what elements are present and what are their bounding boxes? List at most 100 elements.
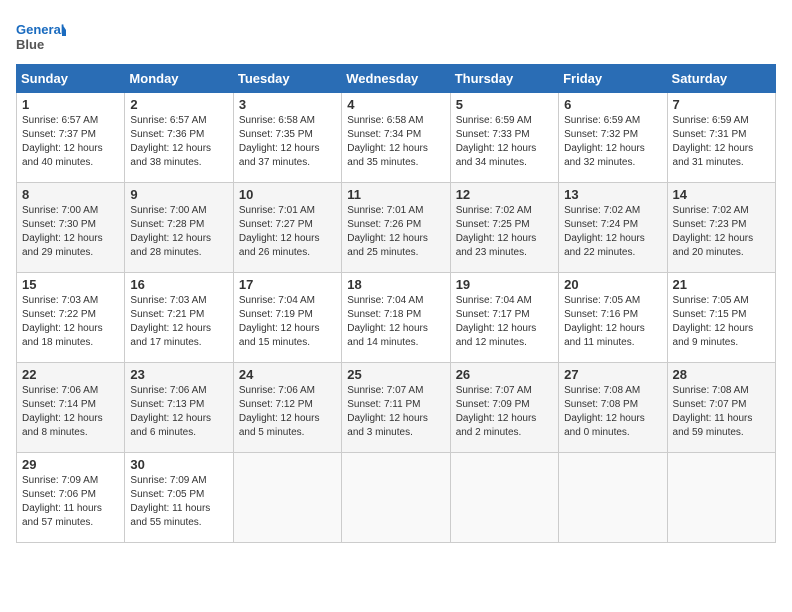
sunrise-label: Sunrise: 7:01 AM: [347, 205, 423, 216]
day-number: 25: [347, 367, 444, 382]
sunrise-label: Sunrise: 7:05 AM: [673, 295, 749, 306]
sunset-label: Sunset: 7:21 PM: [130, 309, 204, 320]
weekday-header-cell: Monday: [125, 65, 233, 93]
sunset-label: Sunset: 7:06 PM: [22, 489, 96, 500]
day-info: Sunrise: 7:04 AM Sunset: 7:18 PM Dayligh…: [347, 294, 444, 350]
weekday-header-cell: Wednesday: [342, 65, 450, 93]
day-number: 20: [564, 277, 661, 292]
sunset-label: Sunset: 7:30 PM: [22, 219, 96, 230]
day-number: 2: [130, 97, 227, 112]
day-number: 1: [22, 97, 119, 112]
daylight-label: Daylight: 12 hours and 18 minutes.: [22, 323, 103, 348]
daylight-label: Daylight: 12 hours and 15 minutes.: [239, 323, 320, 348]
day-info: Sunrise: 7:04 AM Sunset: 7:17 PM Dayligh…: [456, 294, 553, 350]
sunset-label: Sunset: 7:15 PM: [673, 309, 747, 320]
page-header: General Blue: [16, 16, 776, 56]
calendar-day-cell: 18 Sunrise: 7:04 AM Sunset: 7:18 PM Dayl…: [342, 273, 450, 363]
sunset-label: Sunset: 7:19 PM: [239, 309, 313, 320]
day-number: 29: [22, 457, 119, 472]
sunset-label: Sunset: 7:28 PM: [130, 219, 204, 230]
weekday-header-cell: Tuesday: [233, 65, 341, 93]
calendar-week-row: 29 Sunrise: 7:09 AM Sunset: 7:06 PM Dayl…: [17, 453, 776, 543]
day-info: Sunrise: 7:08 AM Sunset: 7:07 PM Dayligh…: [673, 384, 770, 440]
calendar-day-cell: 2 Sunrise: 6:57 AM Sunset: 7:36 PM Dayli…: [125, 93, 233, 183]
sunrise-label: Sunrise: 7:04 AM: [456, 295, 532, 306]
sunset-label: Sunset: 7:14 PM: [22, 399, 96, 410]
calendar-week-row: 1 Sunrise: 6:57 AM Sunset: 7:37 PM Dayli…: [17, 93, 776, 183]
sunset-label: Sunset: 7:36 PM: [130, 129, 204, 140]
sunset-label: Sunset: 7:37 PM: [22, 129, 96, 140]
sunrise-label: Sunrise: 7:02 AM: [456, 205, 532, 216]
daylight-label: Daylight: 12 hours and 20 minutes.: [673, 233, 754, 258]
day-number: 15: [22, 277, 119, 292]
day-number: 23: [130, 367, 227, 382]
sunset-label: Sunset: 7:16 PM: [564, 309, 638, 320]
sunrise-label: Sunrise: 6:57 AM: [130, 115, 206, 126]
sunrise-label: Sunrise: 6:57 AM: [22, 115, 98, 126]
day-info: Sunrise: 7:04 AM Sunset: 7:19 PM Dayligh…: [239, 294, 336, 350]
day-info: Sunrise: 7:05 AM Sunset: 7:15 PM Dayligh…: [673, 294, 770, 350]
calendar-day-cell: 23 Sunrise: 7:06 AM Sunset: 7:13 PM Dayl…: [125, 363, 233, 453]
weekday-header-cell: Saturday: [667, 65, 775, 93]
sunset-label: Sunset: 7:08 PM: [564, 399, 638, 410]
daylight-label: Daylight: 12 hours and 23 minutes.: [456, 233, 537, 258]
daylight-label: Daylight: 12 hours and 25 minutes.: [347, 233, 428, 258]
day-info: Sunrise: 7:03 AM Sunset: 7:22 PM Dayligh…: [22, 294, 119, 350]
sunset-label: Sunset: 7:17 PM: [456, 309, 530, 320]
day-info: Sunrise: 7:01 AM Sunset: 7:27 PM Dayligh…: [239, 204, 336, 260]
sunset-label: Sunset: 7:32 PM: [564, 129, 638, 140]
day-info: Sunrise: 6:58 AM Sunset: 7:34 PM Dayligh…: [347, 114, 444, 170]
logo: General Blue: [16, 16, 66, 56]
daylight-label: Daylight: 12 hours and 31 minutes.: [673, 143, 754, 168]
daylight-label: Daylight: 12 hours and 28 minutes.: [130, 233, 211, 258]
day-number: 9: [130, 187, 227, 202]
day-info: Sunrise: 7:08 AM Sunset: 7:08 PM Dayligh…: [564, 384, 661, 440]
sunrise-label: Sunrise: 6:59 AM: [673, 115, 749, 126]
calendar-body: 1 Sunrise: 6:57 AM Sunset: 7:37 PM Dayli…: [17, 93, 776, 543]
sunset-label: Sunset: 7:22 PM: [22, 309, 96, 320]
day-info: Sunrise: 6:58 AM Sunset: 7:35 PM Dayligh…: [239, 114, 336, 170]
sunrise-label: Sunrise: 7:06 AM: [130, 385, 206, 396]
daylight-label: Daylight: 12 hours and 0 minutes.: [564, 413, 645, 438]
day-number: 21: [673, 277, 770, 292]
sunrise-label: Sunrise: 7:00 AM: [22, 205, 98, 216]
day-info: Sunrise: 7:06 AM Sunset: 7:12 PM Dayligh…: [239, 384, 336, 440]
sunrise-label: Sunrise: 7:09 AM: [130, 475, 206, 486]
weekday-header-cell: Thursday: [450, 65, 558, 93]
daylight-label: Daylight: 12 hours and 26 minutes.: [239, 233, 320, 258]
sunset-label: Sunset: 7:11 PM: [347, 399, 420, 410]
day-number: 12: [456, 187, 553, 202]
sunset-label: Sunset: 7:13 PM: [130, 399, 204, 410]
sunset-label: Sunset: 7:12 PM: [239, 399, 313, 410]
day-info: Sunrise: 6:59 AM Sunset: 7:31 PM Dayligh…: [673, 114, 770, 170]
sunrise-label: Sunrise: 7:05 AM: [564, 295, 640, 306]
day-info: Sunrise: 6:57 AM Sunset: 7:37 PM Dayligh…: [22, 114, 119, 170]
day-info: Sunrise: 7:00 AM Sunset: 7:28 PM Dayligh…: [130, 204, 227, 260]
day-number: 3: [239, 97, 336, 112]
calendar-table: SundayMondayTuesdayWednesdayThursdayFrid…: [16, 64, 776, 543]
day-number: 13: [564, 187, 661, 202]
daylight-label: Daylight: 12 hours and 14 minutes.: [347, 323, 428, 348]
day-number: 19: [456, 277, 553, 292]
calendar-day-cell: 29 Sunrise: 7:09 AM Sunset: 7:06 PM Dayl…: [17, 453, 125, 543]
calendar-day-cell: 3 Sunrise: 6:58 AM Sunset: 7:35 PM Dayli…: [233, 93, 341, 183]
daylight-label: Daylight: 12 hours and 37 minutes.: [239, 143, 320, 168]
daylight-label: Daylight: 11 hours and 57 minutes.: [22, 503, 102, 528]
day-info: Sunrise: 7:07 AM Sunset: 7:09 PM Dayligh…: [456, 384, 553, 440]
day-info: Sunrise: 7:02 AM Sunset: 7:23 PM Dayligh…: [673, 204, 770, 260]
calendar-day-cell: 6 Sunrise: 6:59 AM Sunset: 7:32 PM Dayli…: [559, 93, 667, 183]
day-number: 28: [673, 367, 770, 382]
day-info: Sunrise: 7:09 AM Sunset: 7:05 PM Dayligh…: [130, 474, 227, 530]
sunrise-label: Sunrise: 7:03 AM: [130, 295, 206, 306]
sunrise-label: Sunrise: 7:09 AM: [22, 475, 98, 486]
sunrise-label: Sunrise: 6:58 AM: [239, 115, 315, 126]
daylight-label: Daylight: 12 hours and 12 minutes.: [456, 323, 537, 348]
sunrise-label: Sunrise: 6:59 AM: [564, 115, 640, 126]
day-number: 16: [130, 277, 227, 292]
day-number: 30: [130, 457, 227, 472]
calendar-day-cell: 9 Sunrise: 7:00 AM Sunset: 7:28 PM Dayli…: [125, 183, 233, 273]
daylight-label: Daylight: 12 hours and 17 minutes.: [130, 323, 211, 348]
daylight-label: Daylight: 12 hours and 11 minutes.: [564, 323, 645, 348]
calendar-day-cell: 14 Sunrise: 7:02 AM Sunset: 7:23 PM Dayl…: [667, 183, 775, 273]
calendar-day-cell: 11 Sunrise: 7:01 AM Sunset: 7:26 PM Dayl…: [342, 183, 450, 273]
